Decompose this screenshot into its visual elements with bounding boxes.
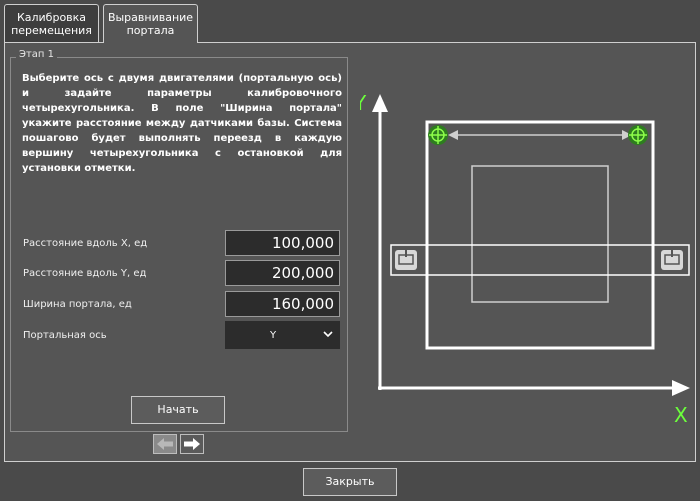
inner-rect	[471, 165, 609, 303]
portal-axis-value: Y	[270, 330, 277, 341]
arrow-right-icon	[184, 438, 200, 450]
dist-x-input[interactable]: 100,000	[225, 230, 340, 256]
y-axis-arrow	[372, 94, 388, 112]
portal-width-input[interactable]: 160,000	[225, 291, 340, 317]
arrow-left-icon	[157, 438, 173, 450]
portal-axis-select[interactable]: Y	[225, 321, 340, 349]
portal-diagram: Y X	[360, 91, 690, 427]
dist-x-label: Расстояние вдоль X, ед	[23, 238, 148, 249]
tab-calibration-label: Калибровка перемещения	[11, 10, 92, 37]
start-button[interactable]: Начать	[131, 396, 225, 424]
prev-step-button[interactable]	[153, 434, 177, 454]
width-arrow-left	[448, 130, 458, 140]
outer-rect	[425, 120, 655, 350]
motor-icon	[395, 250, 417, 270]
x-axis-arrow	[672, 380, 690, 396]
stage-title: Этап 1	[16, 49, 58, 60]
crosshair-icon	[428, 125, 448, 145]
tab-portal-alignment[interactable]: Выравнивание портала	[103, 4, 198, 43]
tab-portal-label: Выравнивание портала	[107, 11, 194, 37]
x-axis-label: X	[674, 403, 688, 427]
motor-icon	[661, 250, 683, 270]
next-step-button[interactable]	[180, 434, 204, 454]
crosshair-icon	[628, 125, 648, 145]
close-button[interactable]: Закрыть	[303, 468, 397, 496]
y-axis-label: Y	[360, 91, 367, 115]
stage-description: Выберите ось с двумя двигателями (портал…	[22, 73, 342, 174]
portal-axis-label: Портальная ось	[23, 330, 107, 341]
tab-calibration[interactable]: Калибровка перемещения	[4, 4, 99, 42]
chevron-down-icon	[323, 330, 333, 341]
dist-y-label: Расстояние вдоль Y, ед	[23, 268, 147, 279]
portal-beam	[390, 244, 690, 276]
dist-y-input[interactable]: 200,000	[225, 260, 340, 286]
portal-width-label: Ширина портала, ед	[23, 299, 132, 310]
